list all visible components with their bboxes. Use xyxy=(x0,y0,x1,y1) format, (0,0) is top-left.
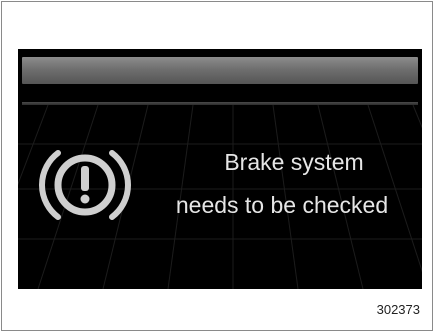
instrument-display: Brake system needs to be checked xyxy=(18,49,422,289)
divider xyxy=(22,102,418,105)
warning-message-line-2: needs to be checked xyxy=(175,192,389,218)
warning-message-line-1: Brake system xyxy=(224,149,364,175)
figure-frame: Brake system needs to be checked 302373 xyxy=(1,1,433,331)
brake-warning-icon xyxy=(39,150,131,220)
figure-number: 302373 xyxy=(376,302,420,317)
status-bar xyxy=(22,57,418,84)
